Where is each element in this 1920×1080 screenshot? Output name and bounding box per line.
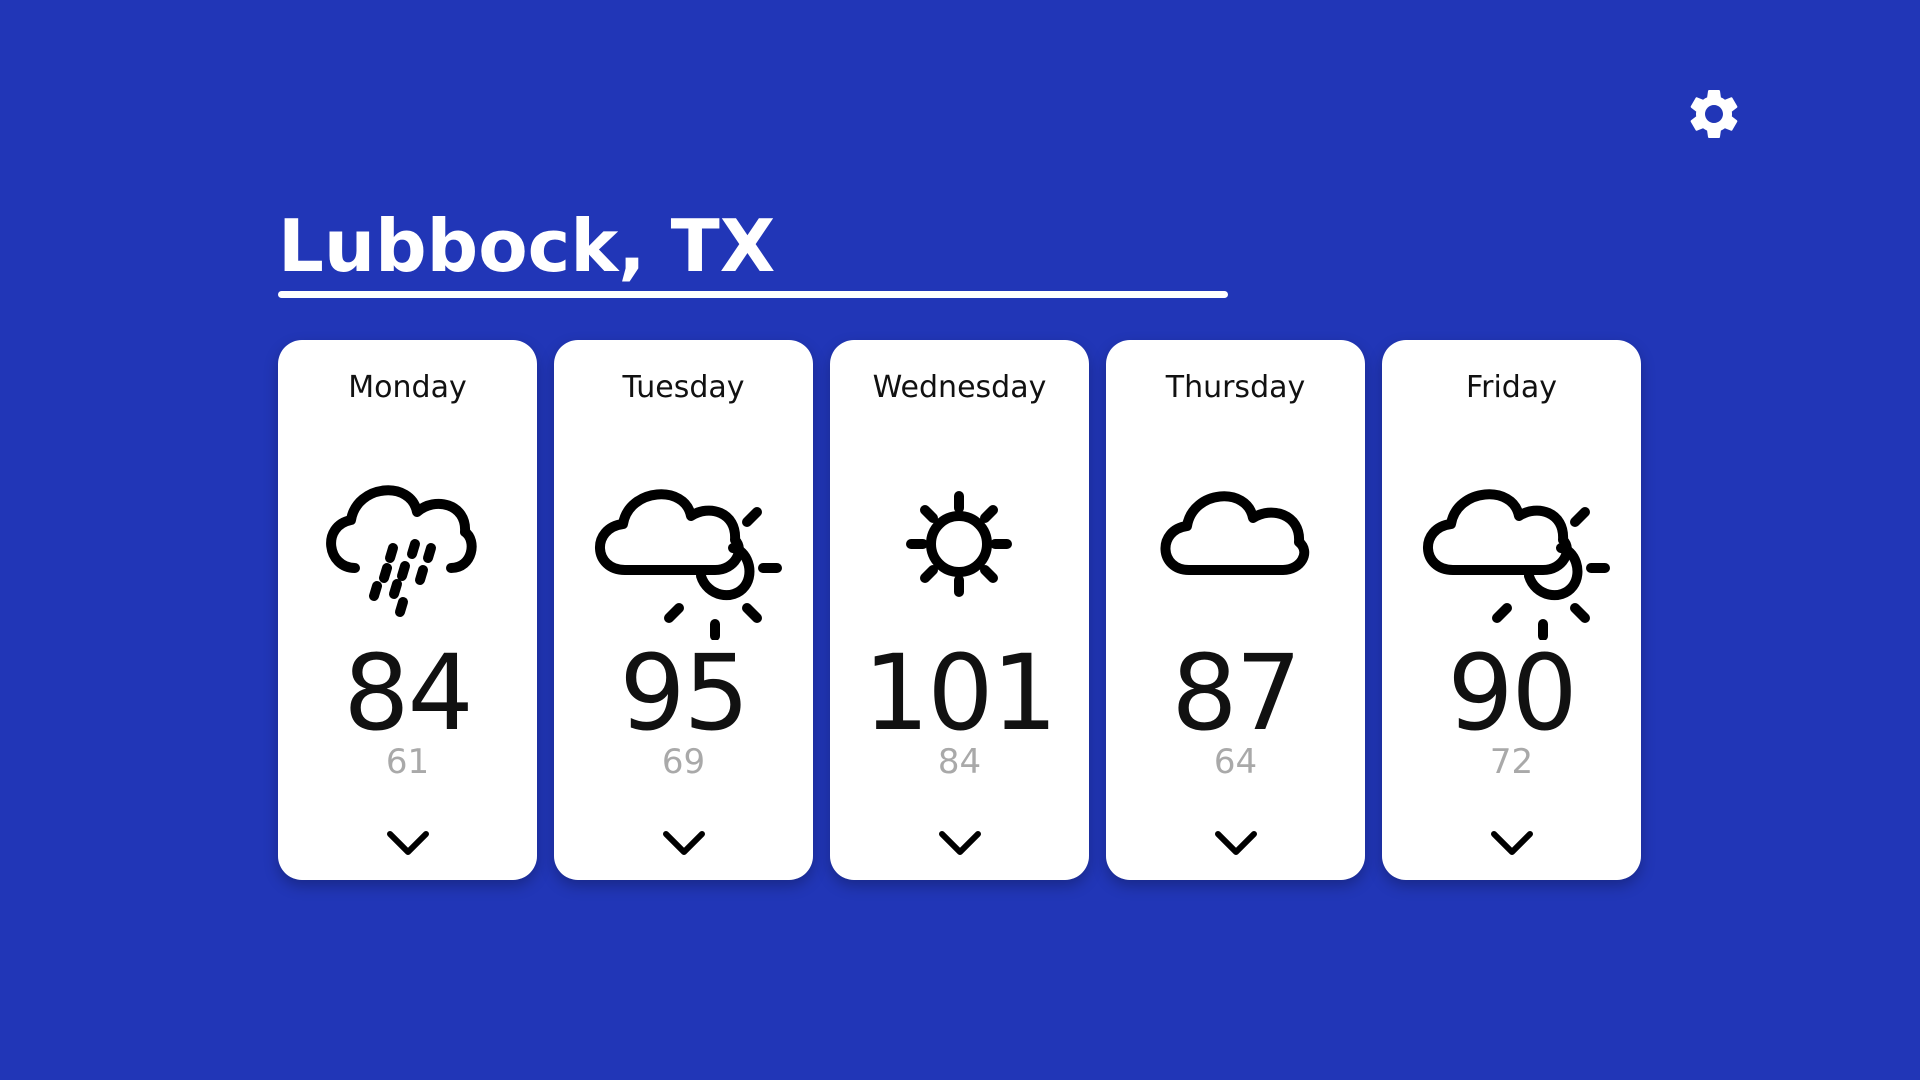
day-label: Wednesday <box>872 370 1047 405</box>
location-title: Lubbock, TX <box>278 204 776 288</box>
low-temperature: 84 <box>937 742 982 782</box>
rain-cloud-icon <box>307 440 507 640</box>
location-underline <box>278 291 1228 298</box>
low-temperature: 61 <box>385 742 430 782</box>
chevron-down-icon[interactable] <box>1210 824 1262 860</box>
high-temperature: 84 <box>343 632 473 754</box>
day-label: Thursday <box>1165 370 1306 405</box>
forecast-card-monday[interactable]: Monday 84 61 <box>278 340 537 880</box>
sun-icon <box>859 440 1059 640</box>
partly-sunny-icon <box>1411 440 1611 640</box>
high-temperature: 101 <box>863 632 1058 754</box>
high-temperature: 87 <box>1171 632 1301 754</box>
high-temperature: 90 <box>1447 632 1577 754</box>
partly-sunny-icon <box>583 440 783 640</box>
low-temperature: 69 <box>661 742 706 782</box>
forecast-card-wednesday[interactable]: Wednesday 101 84 <box>830 340 1089 880</box>
chevron-down-icon[interactable] <box>934 824 986 860</box>
cloud-icon <box>1135 440 1335 640</box>
chevron-down-icon[interactable] <box>382 824 434 860</box>
low-temperature: 72 <box>1489 742 1534 782</box>
forecast-card-thursday[interactable]: Thursday 87 64 <box>1106 340 1365 880</box>
day-label: Friday <box>1466 370 1557 405</box>
chevron-down-icon[interactable] <box>658 824 710 860</box>
forecast-card-friday[interactable]: Friday 90 72 <box>1382 340 1641 880</box>
day-label: Monday <box>348 370 467 405</box>
forecast-card-tuesday[interactable]: Tuesday 95 69 <box>554 340 813 880</box>
day-label: Tuesday <box>622 370 745 405</box>
high-temperature: 95 <box>619 632 749 754</box>
location-header: Lubbock, TX <box>278 200 1228 298</box>
low-temperature: 64 <box>1213 742 1258 782</box>
forecast-cards: Monday 84 61 Tuesday 95 69 Wednesday 101… <box>278 340 1641 880</box>
gear-icon[interactable] <box>1684 84 1744 144</box>
chevron-down-icon[interactable] <box>1486 824 1538 860</box>
